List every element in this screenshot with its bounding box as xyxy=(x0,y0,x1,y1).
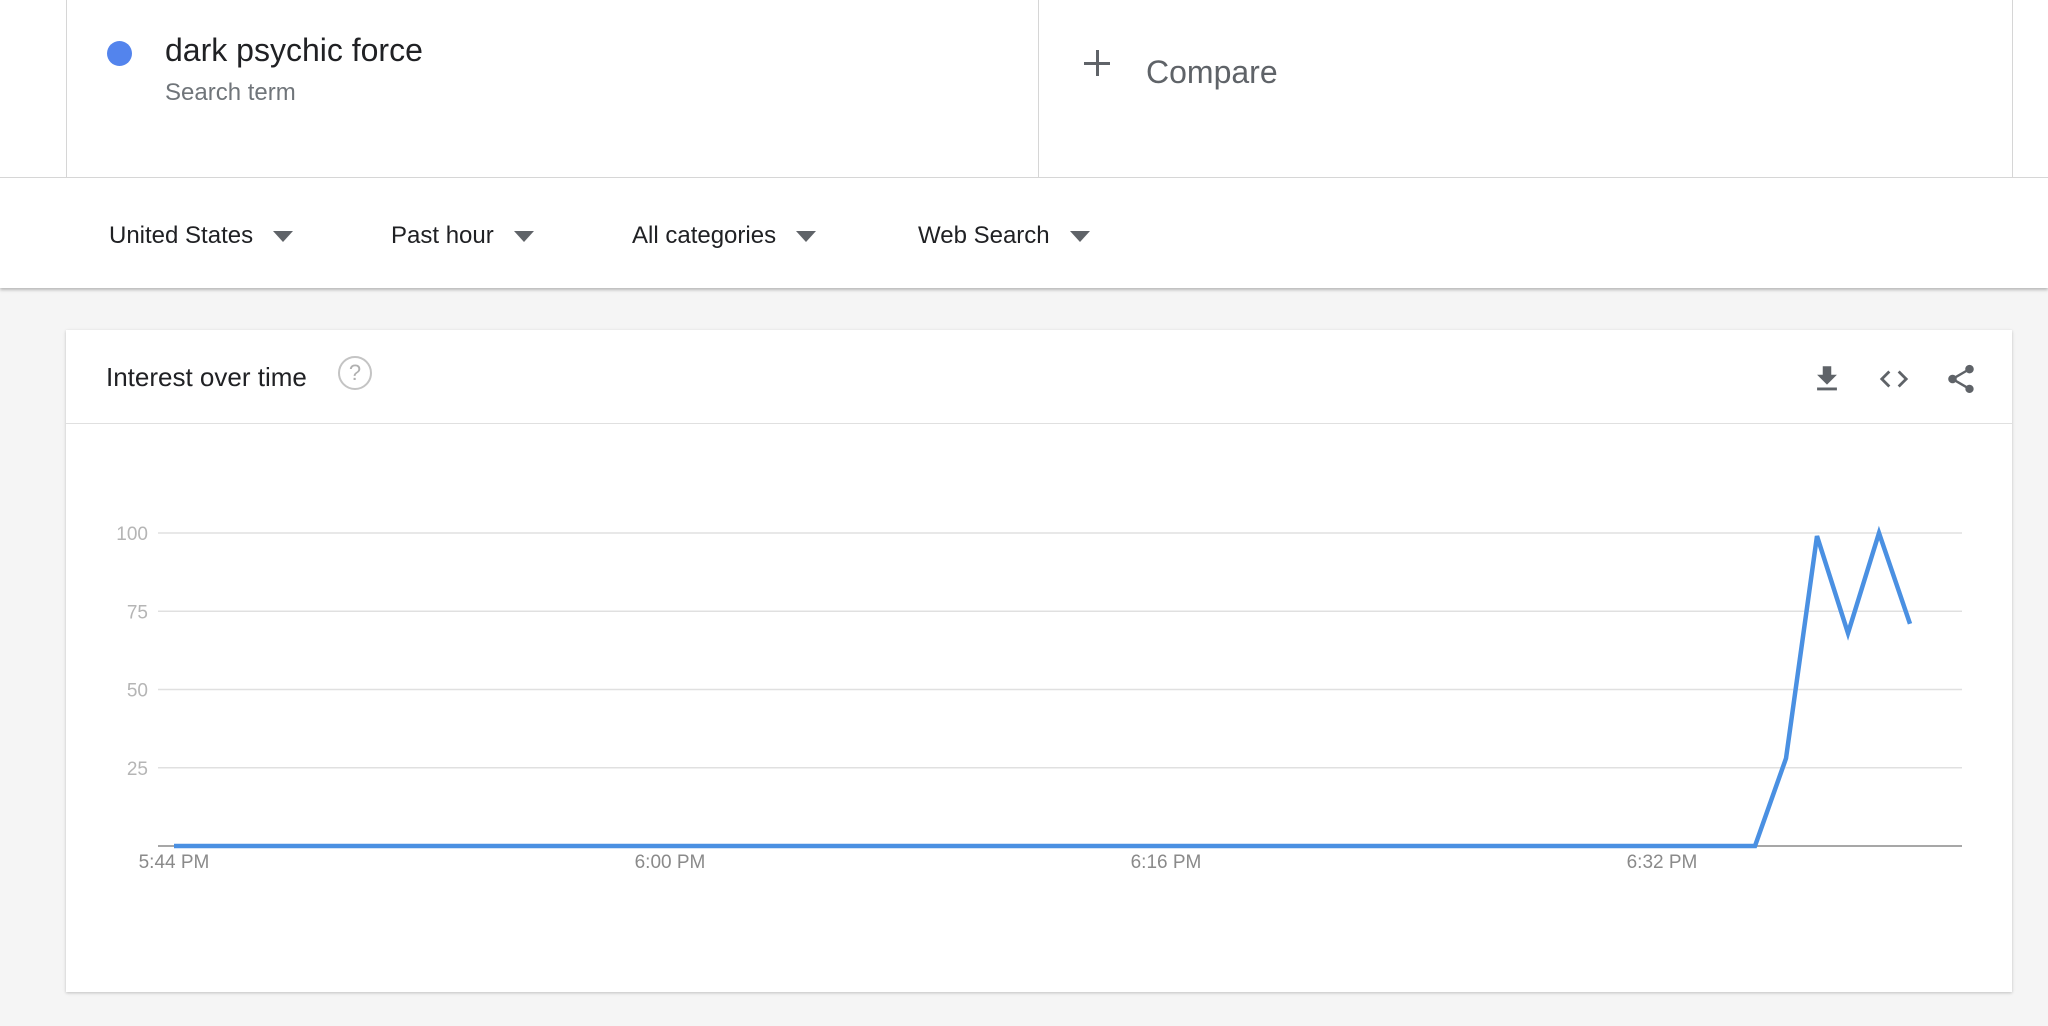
compare-label: Compare xyxy=(1146,54,1278,90)
caret-down-icon xyxy=(513,230,534,242)
region-dropdown-label: United States xyxy=(109,222,254,249)
y-tick-label: 50 xyxy=(127,681,148,702)
search-term-name[interactable]: dark psychic force xyxy=(165,32,423,69)
y-tick-label: 25 xyxy=(127,759,148,780)
caret-down-icon xyxy=(273,230,294,242)
y-tick-label: 75 xyxy=(127,602,148,623)
term-row: dark psychic force Search term Compare xyxy=(0,0,2048,178)
caret-down-icon xyxy=(796,230,817,242)
search-term-color-dot xyxy=(107,41,132,66)
x-tick-label: 5:44 PM xyxy=(139,852,210,873)
filter-bar: United States Past hour All categories W… xyxy=(0,178,2048,288)
time-range-dropdown[interactable]: Past hour xyxy=(391,220,534,252)
x-tick-label: 6:00 PM xyxy=(635,852,706,873)
search-term-card[interactable]: dark psychic force Search term xyxy=(66,0,1039,177)
search-type-dropdown-label: Web Search xyxy=(918,222,1050,249)
time-range-dropdown-label: Past hour xyxy=(391,222,494,249)
interest-line-chart: 100 75 50 25 5:44 PM 6:00 PM 6:16 PM 6:32 PM xyxy=(116,524,1962,873)
region-dropdown[interactable]: United States xyxy=(109,220,294,252)
top-panel: dark psychic force Search term Compare U… xyxy=(0,0,2048,288)
category-dropdown[interactable]: All categories xyxy=(632,220,817,252)
x-tick-label: 6:32 PM xyxy=(1627,852,1698,873)
search-term-subtitle: Search term xyxy=(165,79,296,106)
category-dropdown-label: All categories xyxy=(632,222,777,249)
search-type-dropdown[interactable]: Web Search xyxy=(918,220,1090,252)
caret-down-icon xyxy=(1069,230,1090,242)
interest-over-time-card: Interest over time ? 100 75 50 25 5:44 PM 6:0… xyxy=(66,330,2012,992)
plus-icon xyxy=(1084,50,1110,76)
y-tick-label: 100 xyxy=(116,524,148,545)
compare-button[interactable]: Compare xyxy=(1038,0,2013,177)
x-tick-label: 6:16 PM xyxy=(1131,852,1202,873)
